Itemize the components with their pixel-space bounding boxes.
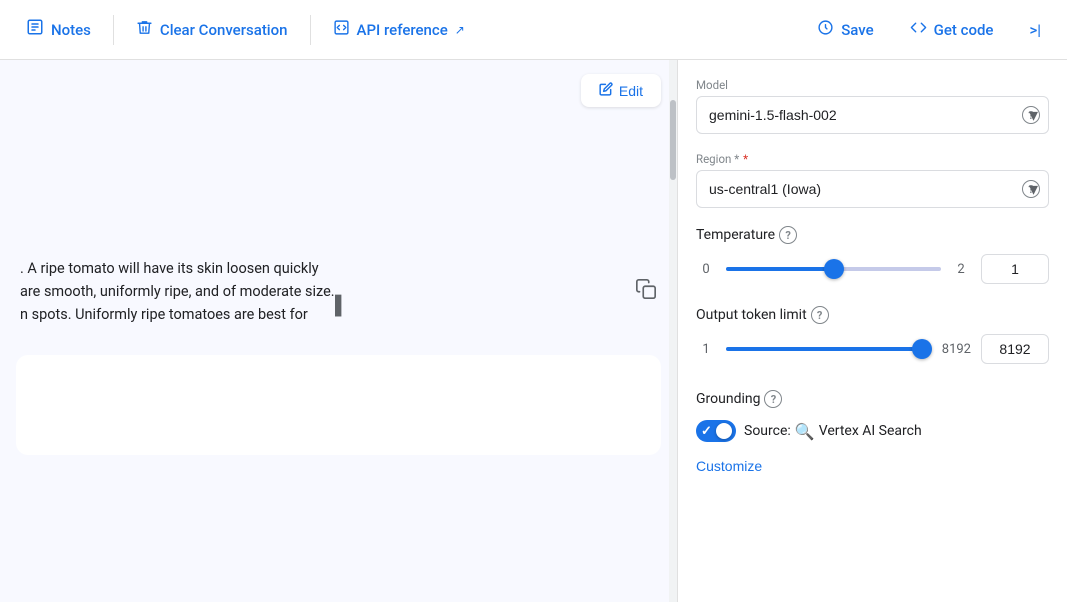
grounding-label-row: Grounding ? [696,390,1049,408]
nav-divider-1 [113,15,114,45]
get-code-button[interactable]: Get code [892,11,1012,48]
temperature-slider[interactable] [726,267,941,271]
message-block: . A ripe tomato will have its skin loose… [0,245,677,339]
token-slider-row: 1 8192 [696,334,1049,364]
edit-label: Edit [619,83,643,99]
save-label: Save [841,21,873,39]
model-select-wrapper: gemini-1.5-flash-002 ▾ ? [696,96,1049,134]
temperature-field-group: Temperature ? 0 2 [696,226,1049,288]
toggle-track: ✓ [696,420,736,442]
response-block [16,355,661,455]
temp-min-label: 0 [696,262,716,277]
clear-conversation-label: Clear Conversation [160,21,288,39]
grounding-section: Grounding ? ✓ Source: 🔍 Vertex AI Search [696,390,1049,482]
clear-conversation-button[interactable]: Clear Conversation [118,11,306,49]
token-input[interactable] [981,334,1049,364]
right-panel: Model gemini-1.5-flash-002 ▾ ? Region * … [677,60,1067,602]
edit-btn-container: Edit [0,60,677,115]
customize-button[interactable]: Customize [696,450,762,482]
vertex-search-label: Vertex AI Search [819,423,922,439]
external-link-icon: ↗ [455,23,465,37]
region-help-icon[interactable]: ? [1022,180,1040,198]
token-help-icon[interactable]: ? [811,306,829,324]
scrollbar[interactable] [669,60,677,602]
collapse-button[interactable]: >| [1011,13,1059,47]
api-reference-button[interactable]: API reference ↗ [315,11,483,49]
token-max-label: 8192 [942,342,971,357]
region-select[interactable]: us-central1 (Iowa) [697,171,1022,207]
api-icon [333,19,350,41]
save-button[interactable]: Save [799,11,891,48]
save-icon [817,19,834,40]
edit-icon [599,82,613,99]
token-limit-field-group: Output token limit ? 1 8192 [696,306,1049,368]
temp-max-label: 2 [951,262,971,277]
source-row: ✓ Source: 🔍 Vertex AI Search [696,420,1049,442]
left-panel: Edit ▌ . A ripe tomato will have its ski… [0,60,677,602]
toggle-thumb [716,423,732,439]
message-text: . A ripe tomato will have its skin loose… [20,257,657,327]
grounding-label: Grounding ? [696,390,782,408]
temperature-input[interactable] [981,254,1049,284]
main-area: Edit ▌ . A ripe tomato will have its ski… [0,60,1067,602]
nav-divider-2 [310,15,311,45]
grounding-help-icon[interactable]: ? [764,390,782,408]
edit-button[interactable]: Edit [581,74,661,107]
model-select[interactable]: gemini-1.5-flash-002 [697,97,1022,133]
temperature-slider-container [726,259,941,279]
model-help-icon[interactable]: ? [1022,106,1040,124]
token-slider-container [726,339,932,359]
model-field-group: Model gemini-1.5-flash-002 ▾ ? [696,78,1049,134]
get-code-label: Get code [934,21,994,39]
region-field-group: Region * us-central1 (Iowa) ▾ ? [696,152,1049,208]
content-area: ▌ . A ripe tomato will have its skin loo… [0,115,677,602]
token-min-label: 1 [696,342,716,357]
scrollbar-thumb [670,100,676,180]
temperature-label: Temperature ? [696,226,1049,244]
token-limit-label: Output token limit ? [696,306,1049,324]
collapse-label: >| [1029,21,1041,39]
notes-label: Notes [51,21,91,39]
grounding-toggle[interactable]: ✓ [696,420,736,442]
top-nav: Notes Clear Conversation API reference ↗… [0,0,1067,60]
temperature-slider-row: 0 2 [696,254,1049,284]
notes-button[interactable]: Notes [8,10,109,49]
model-label: Model [696,78,1049,92]
trash-icon [136,19,153,41]
region-label: Region * [696,152,1049,166]
source-text: Source: 🔍 Vertex AI Search [744,422,922,441]
region-select-wrapper: us-central1 (Iowa) ▾ ? [696,170,1049,208]
notes-icon [26,18,44,41]
code-icon [910,19,927,40]
cursor-area: ▌ [0,125,677,245]
copy-button[interactable] [631,274,661,310]
token-limit-slider[interactable] [726,347,932,351]
temperature-help-icon[interactable]: ? [779,226,797,244]
nav-right: Save Get code >| [799,11,1059,48]
vertex-icon: 🔍 [795,422,815,441]
api-reference-label: API reference [357,21,448,39]
check-icon: ✓ [701,424,712,439]
